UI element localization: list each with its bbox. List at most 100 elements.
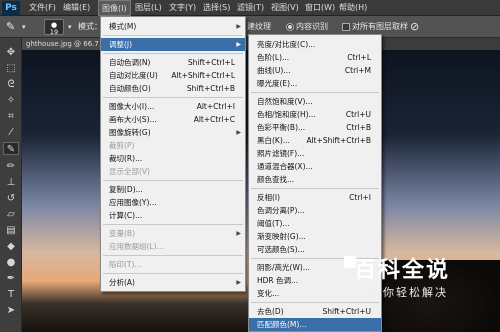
marquee-tool-icon[interactable]: ⬚ xyxy=(3,62,19,75)
blur-tool-icon[interactable]: ◆ xyxy=(3,240,19,253)
move-tool-icon[interactable]: ✥ xyxy=(3,46,19,59)
image-menu-item-12[interactable]: 应用图像(Y)... xyxy=(101,196,245,209)
adjust-menu-item-19[interactable]: 去色(D) Shift+Ctrl+U xyxy=(249,305,381,318)
clone-stamp-tool-icon[interactable]: ⊥ xyxy=(3,176,19,189)
adjust-menu-item-label: 变化... xyxy=(257,289,280,298)
image-menu-item-17[interactable]: 分析(A) ▶ xyxy=(101,276,245,289)
menu-separator xyxy=(103,53,243,54)
submenu-arrow-icon: ▶ xyxy=(236,230,241,237)
image-menu-item-11[interactable]: 复制(D)... xyxy=(101,183,245,196)
crop-tool-icon[interactable]: ⌗ xyxy=(3,110,19,123)
pressure-size-icon[interactable]: ⊘ xyxy=(410,16,419,38)
adjust-menu-item-label: 颜色查找... xyxy=(257,175,295,184)
history-brush-tool-icon[interactable]: ↺ xyxy=(3,192,19,205)
adjust-menu-item-10[interactable]: 颜色查找... xyxy=(249,173,381,186)
image-menu-item-3[interactable]: 自动对比度(U) Alt+Shift+Ctrl+L xyxy=(101,69,245,82)
adjust-menu-item-13[interactable]: 阈值(T)... xyxy=(249,217,381,230)
adjust-menu-item-11[interactable]: 反相(I) Ctrl+I xyxy=(249,191,381,204)
adjust-menu-item-label: 色彩平衡(B)... xyxy=(257,123,306,132)
eyedropper-tool-icon[interactable]: ⁄ xyxy=(3,126,19,139)
adjust-menu-item-6[interactable]: 色彩平衡(B)... Ctrl+B xyxy=(249,121,381,134)
menu-0[interactable]: 文件(F) xyxy=(26,0,59,16)
image-menu-item-shortcut: Shift+Ctrl+B xyxy=(186,84,235,93)
path-select-tool-icon[interactable]: ➤ xyxy=(3,304,19,317)
image-menu-item-label: 自动对比度(U) xyxy=(109,71,158,80)
adjust-menu-item-12[interactable]: 色调分离(P)... xyxy=(249,204,381,217)
dodge-tool-icon[interactable]: ● xyxy=(3,256,19,269)
menu-bar: Ps 文件(F) 编辑(E) 图像(I) 图层(L) 文字(Y) 选择(S) 滤镜(T) 视图… xyxy=(0,0,500,16)
adjust-menu-item-0[interactable]: 亮度/对比度(C)... xyxy=(249,38,381,51)
image-menu-item-6[interactable]: 画布大小(S)... Alt+Ctrl+C xyxy=(101,113,245,126)
adjust-menu-item-shortcut: Ctrl+B xyxy=(346,123,371,132)
adjust-menu-item-5[interactable]: 色相/饱和度(H)... Ctrl+U xyxy=(249,108,381,121)
brush-preset-dropdown-icon[interactable]: ▾ xyxy=(22,16,26,38)
image-menu-item-label: 显示全部(V) xyxy=(109,167,150,176)
submenu-arrow-icon: ▶ xyxy=(236,23,241,30)
adjust-menu-item-label: 亮度/对比度(C)... xyxy=(257,40,316,49)
adjust-menu-item-label: 自然饱和度(V)... xyxy=(257,97,313,106)
content-aware-radio[interactable] xyxy=(286,23,294,31)
brush-size-dropdown-icon[interactable]: ▾ xyxy=(68,16,72,38)
image-menu-item-9[interactable]: 裁切(R)... xyxy=(101,152,245,165)
submenu-arrow-icon: ▶ xyxy=(236,279,241,286)
menu-5[interactable]: 选择(S) xyxy=(200,0,233,16)
image-menu-item-2[interactable]: 自动色调(N) Shift+Ctrl+L xyxy=(101,56,245,69)
adjust-menu-item-label: 照片滤镜(F)... xyxy=(257,149,305,158)
image-menu-item-13[interactable]: 计算(C)... xyxy=(101,209,245,222)
image-menu-item-label: 分析(A) xyxy=(109,278,135,287)
adjust-menu-item-label: 去色(D) xyxy=(257,307,284,316)
menu-separator xyxy=(251,92,379,93)
type-tool-icon[interactable]: T xyxy=(3,288,19,301)
adjust-menu-item-1[interactable]: 色阶(L)... Ctrl+L xyxy=(249,51,381,64)
adjust-menu-item-shortcut: Ctrl+L xyxy=(347,53,371,62)
image-menu-item-0[interactable]: 模式(M) ▶ xyxy=(101,20,245,33)
adjust-menu-item-4[interactable]: 自然饱和度(V)... xyxy=(249,95,381,108)
brush-tool-icon[interactable]: ✎ xyxy=(6,16,15,38)
adjust-menu-item-label: 色阶(L)... xyxy=(257,53,290,62)
quick-select-tool-icon[interactable]: ✧ xyxy=(3,94,19,107)
sample-all-layers-checkbox[interactable] xyxy=(342,23,350,31)
menu-8[interactable]: 窗口(W) xyxy=(302,0,338,16)
adjust-menu-item-label: 通道混合器(X)... xyxy=(257,162,313,171)
mode-label: 模式： xyxy=(78,22,102,31)
menu-3[interactable]: 图层(L) xyxy=(132,0,165,16)
image-menu-item-label: 应用数据组(L)... xyxy=(109,242,164,251)
adjust-menu-item-20[interactable]: 匹配颜色(M)... xyxy=(249,318,381,331)
menu-4[interactable]: 文字(Y) xyxy=(166,0,199,16)
menu-separator xyxy=(103,255,243,256)
menu-separator xyxy=(103,35,243,36)
image-menu-item-1[interactable]: 调整(J) ▶ xyxy=(101,38,245,51)
tools-panel: ✥ ⬚ ᘓ ✧ ⌗ ⁄ ✎ ✏ ⊥ ↺ ▱ ▤ ◆ ● ✒ T ➤ xyxy=(0,38,22,332)
brush-tool-icon[interactable]: ✏ xyxy=(3,160,19,173)
adjust-menu-item-label: 反相(I) xyxy=(257,193,281,202)
menu-1[interactable]: 编辑(E) xyxy=(60,0,93,16)
menu-separator xyxy=(103,180,243,181)
adjust-menu-item-shortcut: Ctrl+M xyxy=(344,66,371,75)
adjust-menu-item-shortcut: Shift+Ctrl+U xyxy=(322,307,371,316)
adjust-menu-item-label: 可选颜色(S)... xyxy=(257,245,305,254)
adjust-menu-item-7[interactable]: 黑白(K)... Alt+Shift+Ctrl+B xyxy=(249,134,381,147)
adjust-menu-item-2[interactable]: 曲线(U)... Ctrl+M xyxy=(249,64,381,77)
menu-6[interactable]: 滤镜(T) xyxy=(234,0,267,16)
menu-9[interactable]: 帮助(H) xyxy=(336,0,370,16)
menu-7[interactable]: 视图(V) xyxy=(268,0,302,16)
submenu-arrow-icon: ▶ xyxy=(236,129,241,136)
image-menu-item-label: 模式(M) xyxy=(109,22,137,31)
eraser-tool-icon[interactable]: ▱ xyxy=(3,208,19,221)
image-menu: 模式(M) ▶ 调整(J) ▶ 自动色调(N) Shift+Ctrl+L 自动对比度(U) A… xyxy=(100,16,246,292)
gradient-tool-icon[interactable]: ▤ xyxy=(3,224,19,237)
adjust-menu-item-3[interactable]: 曝光度(E)... xyxy=(249,77,381,90)
pen-tool-icon[interactable]: ✒ xyxy=(3,272,19,285)
image-menu-item-label: 复制(D)... xyxy=(109,185,143,194)
image-menu-item-4[interactable]: 自动颜色(O) Shift+Ctrl+B xyxy=(101,82,245,95)
adjust-menu-item-8[interactable]: 照片滤镜(F)... xyxy=(249,147,381,160)
healing-brush-tool-icon[interactable]: ✎ xyxy=(3,142,19,155)
adjust-menu-item-14[interactable]: 渐变映射(G)... xyxy=(249,230,381,243)
adjust-menu-item-9[interactable]: 通道混合器(X)... xyxy=(249,160,381,173)
lasso-tool-icon[interactable]: ᘓ xyxy=(3,78,19,91)
image-menu-item-shortcut: Alt+Shift+Ctrl+L xyxy=(171,71,235,80)
image-menu-item-5[interactable]: 图像大小(I)... Alt+Ctrl+I xyxy=(101,100,245,113)
menu-2[interactable]: 图像(I) xyxy=(98,0,131,16)
brush-size-picker[interactable]: ● 19 xyxy=(44,19,64,36)
image-menu-item-7[interactable]: 图像旋转(G) ▶ xyxy=(101,126,245,139)
